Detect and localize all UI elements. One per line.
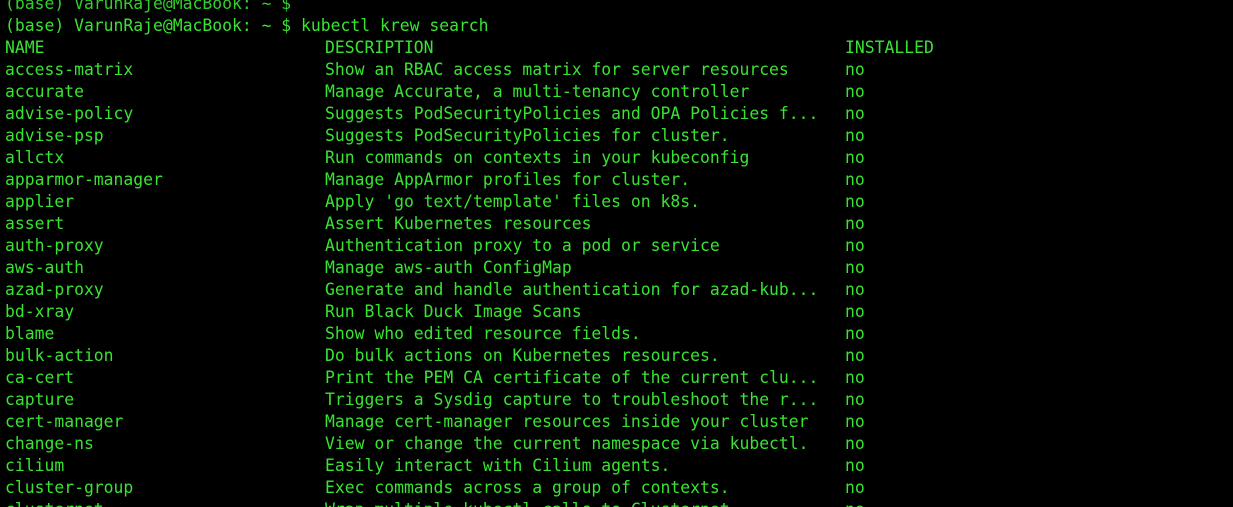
- terminal-output: (base) VarunRaje@MacBook: ~ $ (base) Var…: [5, 0, 1233, 507]
- plugin-description: Show who edited resource fields.: [325, 324, 641, 343]
- plugin-name: cluster-group: [5, 478, 134, 497]
- plugin-installed: no: [845, 104, 865, 123]
- table-row: bd-xray Run Black Duck Image Scans no: [5, 301, 1233, 323]
- plugin-name: auth-proxy: [5, 236, 104, 255]
- table-row: advise-psp Suggests PodSecurityPolicies f…: [5, 125, 1233, 147]
- plugin-installed: no: [845, 280, 865, 299]
- plugin-description: Manage aws-auth ConfigMap: [325, 258, 572, 277]
- plugin-name: clusternet: [5, 499, 325, 507]
- plugin-description: Manage Accurate, a multi-tenancy control…: [325, 82, 750, 101]
- plugin-name: blame: [5, 324, 55, 343]
- plugin-name: bulk-action: [5, 346, 114, 365]
- plugin-name: accurate: [5, 82, 84, 101]
- terminal-window[interactable]: (base) VarunRaje@MacBook: ~ $ (base) Var…: [0, 0, 1233, 507]
- plugin-name: advise-policy: [5, 104, 134, 123]
- plugin-name: ca-cert: [5, 368, 75, 387]
- plugin-description: View or change the current namespace via…: [325, 434, 809, 453]
- table-row: cluster-group Exec commands across a grou…: [5, 477, 1233, 499]
- header-description: DESCRIPTION: [325, 38, 434, 57]
- plugin-description: Manage AppArmor profiles for cluster.: [325, 170, 691, 189]
- plugin-name: allctx: [5, 148, 65, 167]
- plugin-description: Do bulk actions on Kubernetes resources.: [325, 346, 720, 365]
- plugin-description: Exec commands across a group of contexts…: [325, 478, 730, 497]
- previous-prompt-line: (base) VarunRaje@MacBook: ~ $: [5, 0, 292, 13]
- table-row: advise-policy Suggests PodSecurityPolicie…: [5, 103, 1233, 125]
- command-line[interactable]: (base) VarunRaje@MacBook: ~ $ kubectl kr…: [5, 15, 1233, 37]
- plugin-description: Authentication proxy to a pod or service: [325, 236, 720, 255]
- plugin-description: Show an RBAC access matrix for server re…: [325, 60, 789, 79]
- plugin-installed: no: [845, 126, 865, 145]
- header-name: NAME: [5, 38, 45, 57]
- plugin-description: Run commands on contexts in your kubecon…: [325, 148, 750, 167]
- plugin-description: Easily interact with Cilium agents.: [325, 456, 671, 475]
- table-row: apparmor-manager Manage AppArmor profiles…: [5, 169, 1233, 191]
- table-row: bulk-action Do bulk actions on Kubernetes…: [5, 345, 1233, 367]
- plugin-installed: no: [845, 324, 865, 343]
- table-row: aws-auth Manage aws-auth ConfigMap no: [5, 257, 1233, 279]
- plugin-installed: no: [845, 412, 865, 431]
- plugin-installed: no: [845, 60, 865, 79]
- plugin-name: azad-proxy: [5, 280, 104, 299]
- table-header: NAME DESCRIPTION INSTALLED: [5, 37, 1233, 59]
- plugin-installed: no: [845, 170, 865, 189]
- plugin-name: assert: [5, 214, 65, 233]
- plugin-installed: no: [845, 82, 865, 101]
- command-text: kubectl krew search: [301, 16, 489, 35]
- plugin-description: Print the PEM CA certificate of the curr…: [325, 368, 819, 387]
- header-installed: INSTALLED: [845, 38, 934, 57]
- plugin-name: change-ns: [5, 434, 94, 453]
- plugin-description: Suggests PodSecurityPolicies for cluster…: [325, 126, 730, 145]
- plugin-installed: no: [845, 434, 865, 453]
- plugin-name: cert-manager: [5, 412, 124, 431]
- table-row: cert-manager Manage cert-manager resource…: [5, 411, 1233, 433]
- plugin-description: Run Black Duck Image Scans: [325, 302, 582, 321]
- plugin-description: Generate and handle authentication for a…: [325, 280, 819, 299]
- table-row: assert Assert Kubernetes resources no: [5, 213, 1233, 235]
- table-row: access-matrix Show an RBAC access matrix …: [5, 59, 1233, 81]
- plugin-installed: no: [845, 390, 865, 409]
- table-row: ca-cert Print the PEM CA certificate of t…: [5, 367, 1233, 389]
- table-row: accurate Manage Accurate, a multi-tenancy…: [5, 81, 1233, 103]
- plugin-description: Triggers a Sysdig capture to troubleshoo…: [325, 390, 819, 409]
- plugin-table: access-matrix Show an RBAC access matrix …: [5, 59, 1233, 507]
- plugin-installed: no: [845, 499, 865, 507]
- plugin-installed: no: [845, 236, 865, 255]
- table-row: change-ns View or change the current name…: [5, 433, 1233, 455]
- plugin-name: applier: [5, 192, 75, 211]
- table-row: blame Show who edited resource fields. no: [5, 323, 1233, 345]
- plugin-installed: no: [845, 368, 865, 387]
- plugin-installed: no: [845, 478, 865, 497]
- plugin-installed: no: [845, 346, 865, 365]
- plugin-description: Assert Kubernetes resources: [325, 214, 592, 233]
- table-row: clusternetWrap multiple kubectl calls to…: [5, 499, 1233, 507]
- plugin-name: aws-auth: [5, 258, 84, 277]
- table-row: applier Apply 'go text/template' files on…: [5, 191, 1233, 213]
- table-row: capture Triggers a Sysdig capture to trou…: [5, 389, 1233, 411]
- shell-prompt: (base) VarunRaje@MacBook: ~ $: [5, 16, 302, 35]
- plugin-name: access-matrix: [5, 60, 134, 79]
- plugin-name: bd-xray: [5, 302, 75, 321]
- plugin-description: Manage cert-manager resources inside you…: [325, 412, 809, 431]
- plugin-installed: no: [845, 302, 865, 321]
- table-row: allctx Run commands on contexts in your k…: [5, 147, 1233, 169]
- plugin-name: capture: [5, 390, 75, 409]
- plugin-installed: no: [845, 214, 865, 233]
- plugin-name: advise-psp: [5, 126, 104, 145]
- table-row: cilium Easily interact with Cilium agents…: [5, 455, 1233, 477]
- plugin-description: Suggests PodSecurityPolicies and OPA Pol…: [325, 104, 819, 123]
- plugin-installed: no: [845, 456, 865, 475]
- table-row: auth-proxy Authentication proxy to a pod …: [5, 235, 1233, 257]
- plugin-installed: no: [845, 148, 865, 167]
- plugin-name: cilium: [5, 456, 65, 475]
- plugin-installed: no: [845, 192, 865, 211]
- table-row: azad-proxy Generate and handle authentica…: [5, 279, 1233, 301]
- plugin-description: Wrap multiple kubectl calls to Clusterne…: [325, 499, 845, 507]
- plugin-description: Apply 'go text/template' files on k8s.: [325, 192, 700, 211]
- plugin-name: apparmor-manager: [5, 170, 163, 189]
- plugin-installed: no: [845, 258, 865, 277]
